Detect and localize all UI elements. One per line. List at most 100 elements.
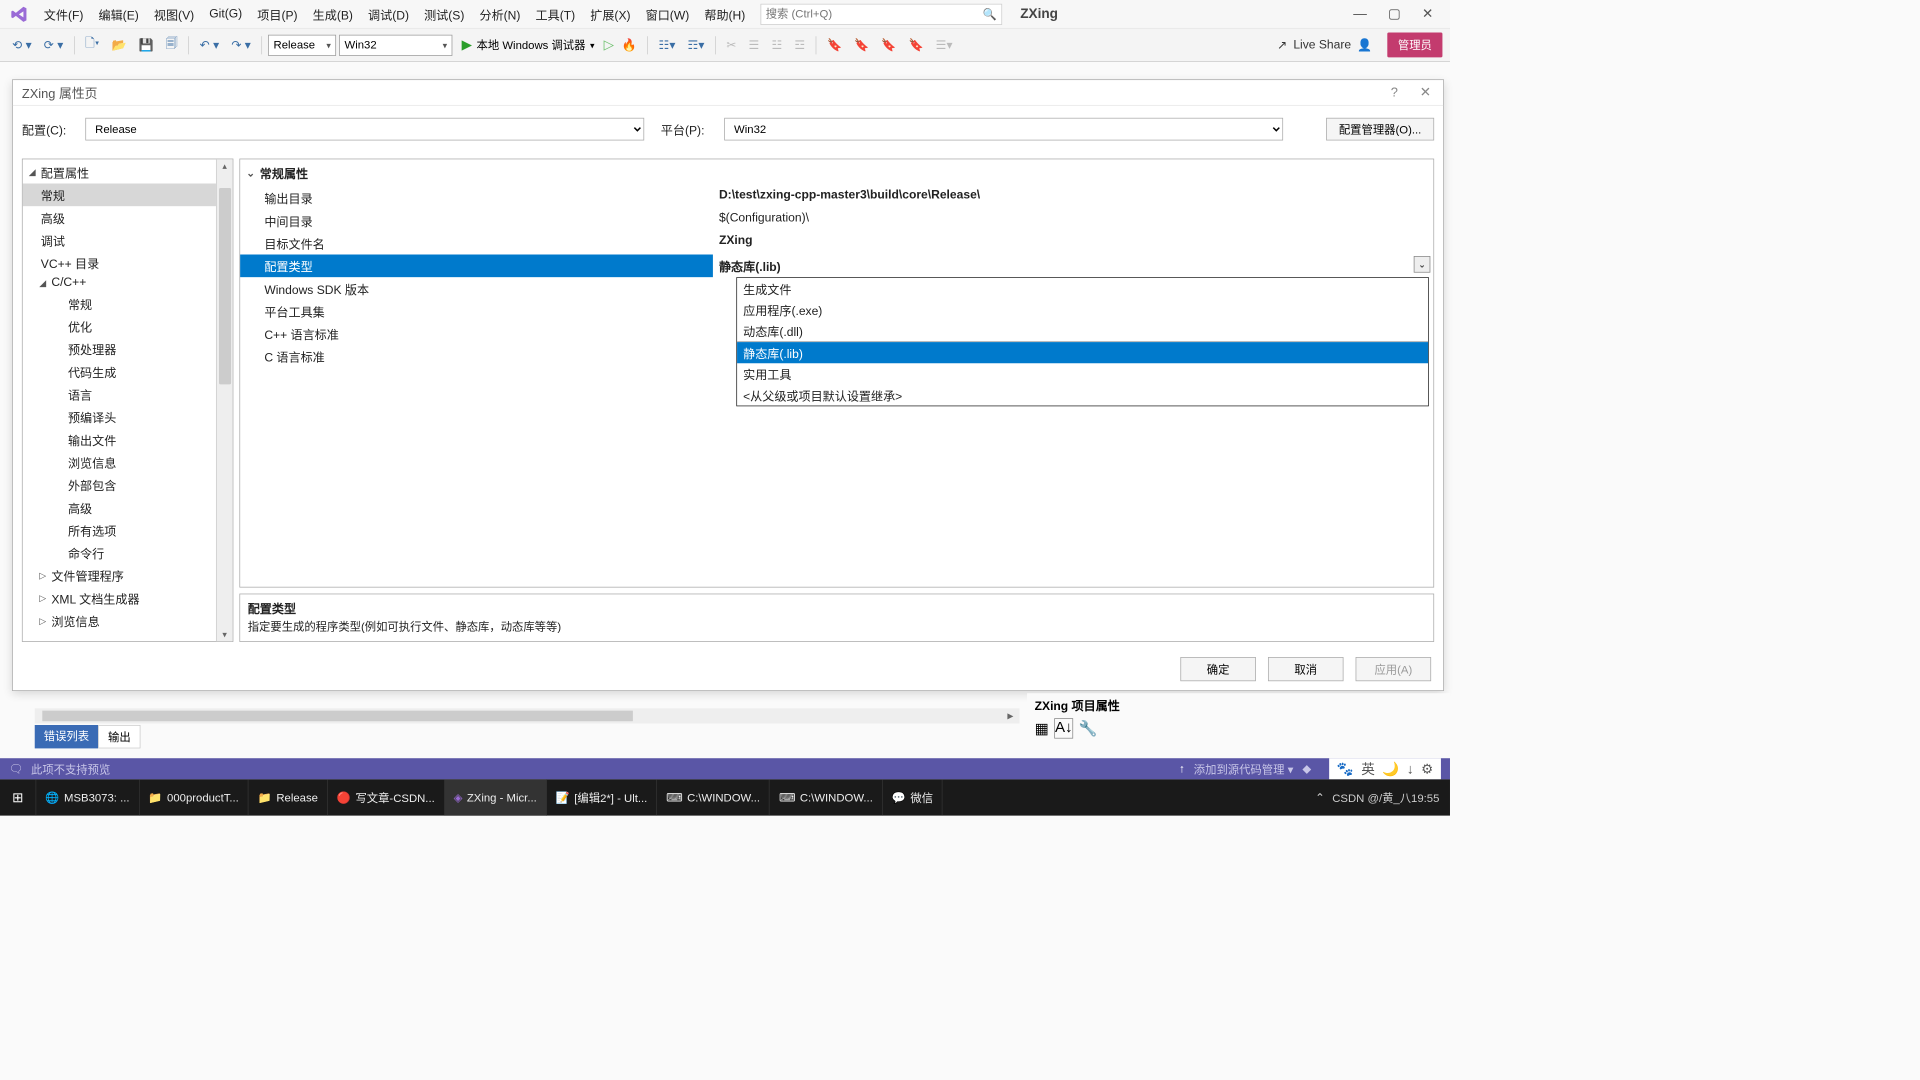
minimize-button[interactable]: — <box>1353 6 1367 22</box>
prop-intdir-name[interactable]: 中间目录 <box>240 209 713 232</box>
save-icon[interactable]: 💾 <box>134 34 158 55</box>
menu-project[interactable]: 项目(P) <box>250 2 305 26</box>
tree-general[interactable]: 常规 <box>23 184 216 207</box>
config-select[interactable]: Release <box>85 118 644 141</box>
chevron-down-icon[interactable]: ⌄ <box>1414 256 1431 273</box>
caret-up-icon[interactable]: ↑ <box>1179 762 1185 775</box>
prop-toolset-name[interactable]: 平台工具集 <box>240 300 713 323</box>
task-folder2[interactable]: 📁Release <box>249 779 328 815</box>
menu-debug[interactable]: 调试(D) <box>361 2 417 26</box>
prop-outputdir-name[interactable]: 输出目录 <box>240 187 713 210</box>
platform-dropdown[interactable]: Win32▾ <box>339 34 452 55</box>
prop-cfgtype-val[interactable]: 静态库(.lib)⌄ <box>713 255 1433 278</box>
search-input[interactable] <box>766 8 983 21</box>
dialog-help-icon[interactable]: ? <box>1391 85 1398 100</box>
section-header[interactable]: ⌄常规属性 <box>240 159 1433 186</box>
tree-ccpp-all[interactable]: 所有选项 <box>23 519 216 542</box>
new-project-icon[interactable]: 🗋▾ <box>81 32 104 58</box>
scroll-up-icon[interactable]: ▴ <box>221 159 229 173</box>
tb-misc1-icon[interactable]: ☷▾ <box>654 34 680 55</box>
tree-root[interactable]: ◢配置属性 <box>23 161 216 184</box>
gear-icon[interactable]: ⚙ <box>1421 761 1433 777</box>
config-manager-button[interactable]: 配置管理器(O)... <box>1326 118 1434 141</box>
tray-chevron-icon[interactable]: ⌃ <box>1315 791 1324 805</box>
menu-build[interactable]: 生成(B) <box>305 2 360 26</box>
tree-ccpp[interactable]: ◢C/C++ <box>23 274 216 292</box>
menu-git[interactable]: Git(G) <box>202 4 250 24</box>
tree-ccpp-extinc[interactable]: 外部包含 <box>23 474 216 497</box>
redo-icon[interactable]: ↷ ▾ <box>227 34 256 55</box>
prop-intdir-val[interactable]: $(Configuration)\ <box>713 209 1433 232</box>
task-chrome[interactable]: 🔴写文章-CSDN... <box>328 779 445 815</box>
platform-select[interactable]: Win32 <box>724 118 1283 141</box>
prop-target-name[interactable]: 目标文件名 <box>240 232 713 255</box>
user-icon[interactable]: 👤 <box>1357 37 1372 52</box>
tree-filemgr[interactable]: ▷文件管理程序 <box>23 564 216 587</box>
tree-advanced[interactable]: 高级 <box>23 206 216 229</box>
tab-output[interactable]: 输出 <box>98 725 140 748</box>
moon-icon[interactable]: 🌙 <box>1382 761 1399 777</box>
dd-opt-makefile[interactable]: 生成文件 <box>737 278 1428 299</box>
save-all-icon[interactable]: 🗐 <box>161 32 182 58</box>
menu-extensions[interactable]: 扩展(X) <box>583 2 638 26</box>
play-outline-icon[interactable]: ▷ <box>604 37 614 53</box>
task-edge[interactable]: 🌐MSB3073: ... <box>36 779 139 815</box>
local-debugger-button[interactable]: ▶本地 Windows 调试器▾ <box>456 35 601 54</box>
prop-cstd-name[interactable]: C 语言标准 <box>240 345 713 368</box>
bookmark-icon[interactable]: 🔖 <box>823 34 847 55</box>
tb-misc2-icon[interactable]: ☶▾ <box>683 34 709 55</box>
dialog-close-icon[interactable]: ✕ <box>1420 85 1431 101</box>
dd-opt-exe[interactable]: 应用程序(.exe) <box>737 299 1428 320</box>
task-folder1[interactable]: 📁000productT... <box>139 779 248 815</box>
mic-icon[interactable]: ↓ <box>1407 761 1414 777</box>
menu-help[interactable]: 帮助(H) <box>697 2 753 26</box>
wrench-icon[interactable]: 🔧 <box>1079 719 1098 738</box>
task-wechat[interactable]: 💬微信 <box>883 779 943 815</box>
scroll-thumb[interactable] <box>219 188 231 384</box>
ok-button[interactable]: 确定 <box>1180 657 1256 681</box>
tree-ccpp-opt[interactable]: 优化 <box>23 315 216 338</box>
scroll-right-icon[interactable]: ▸ <box>1001 708 1019 723</box>
liveshare-button[interactable]: Live Share <box>1293 38 1351 52</box>
menu-edit[interactable]: 编辑(E) <box>91 2 146 26</box>
task-cmd2[interactable]: ⌨C:\WINDOW... <box>770 779 883 815</box>
maximize-button[interactable]: ▢ <box>1388 6 1401 22</box>
tree-ccpp-browse[interactable]: 浏览信息 <box>23 451 216 474</box>
tree-ccpp-cmd[interactable]: 命令行 <box>23 541 216 564</box>
undo-icon[interactable]: ↶ ▾ <box>195 34 224 55</box>
tree-ccpp-adv[interactable]: 高级 <box>23 496 216 519</box>
tree-ccpp-codegen[interactable]: 代码生成 <box>23 360 216 383</box>
config-dropdown[interactable]: Release▾ <box>268 34 336 55</box>
scroll-thumb-h[interactable] <box>42 711 633 722</box>
tree-debug[interactable]: 调试 <box>23 229 216 252</box>
menu-window[interactable]: 窗口(W) <box>638 2 697 26</box>
alpha-sort-icon[interactable]: A↓ <box>1055 719 1073 738</box>
forward-icon[interactable]: ⟳ ▾ <box>39 34 68 55</box>
menu-tools[interactable]: 工具(T) <box>528 2 583 26</box>
categories-icon[interactable]: ▦ <box>1035 719 1049 738</box>
tree-ccpp-lang[interactable]: 语言 <box>23 383 216 406</box>
dd-opt-util[interactable]: 实用工具 <box>737 363 1428 384</box>
lang-ime[interactable]: 英 <box>1361 759 1375 779</box>
property-tree[interactable]: ◢配置属性 常规 高级 调试 VC++ 目录 ◢C/C++ 常规 优化 预处理器… <box>22 159 233 642</box>
hot-reload-icon[interactable]: 🔥 <box>617 34 641 55</box>
prop-target-val[interactable]: ZXing <box>713 232 1433 255</box>
prop-cfgtype-name[interactable]: 配置类型 <box>240 255 713 278</box>
menu-view[interactable]: 视图(V) <box>146 2 201 26</box>
tree-ccpp-preproc[interactable]: 预处理器 <box>23 338 216 361</box>
menu-analyze[interactable]: 分析(N) <box>472 2 528 26</box>
document-scrollbar[interactable]: ▸ <box>35 708 1020 723</box>
tree-xmldoc[interactable]: ▷XML 文档生成器 <box>23 587 216 610</box>
task-vs[interactable]: ◈ZXing - Micr... <box>445 779 547 815</box>
tree-ccpp-pch[interactable]: 预编译头 <box>23 406 216 429</box>
liveshare-icon[interactable]: ↗ <box>1277 37 1287 52</box>
task-cmd1[interactable]: ⌨C:\WINDOW... <box>657 779 770 815</box>
tree-ccpp-output[interactable]: 输出文件 <box>23 428 216 451</box>
cfgtype-dropdown[interactable]: 生成文件 应用程序(.exe) 动态库(.dll) 静态库(.lib) 实用工具… <box>736 277 1429 406</box>
open-icon[interactable]: 📂 <box>107 34 131 55</box>
tab-errorlist[interactable]: 错误列表 <box>35 725 98 748</box>
close-button[interactable]: ✕ <box>1422 6 1433 22</box>
quick-search[interactable]: 🔍 <box>760 3 1002 24</box>
tree-ccpp-general[interactable]: 常规 <box>23 292 216 315</box>
dd-opt-lib[interactable]: 静态库(.lib) <box>737 342 1428 363</box>
